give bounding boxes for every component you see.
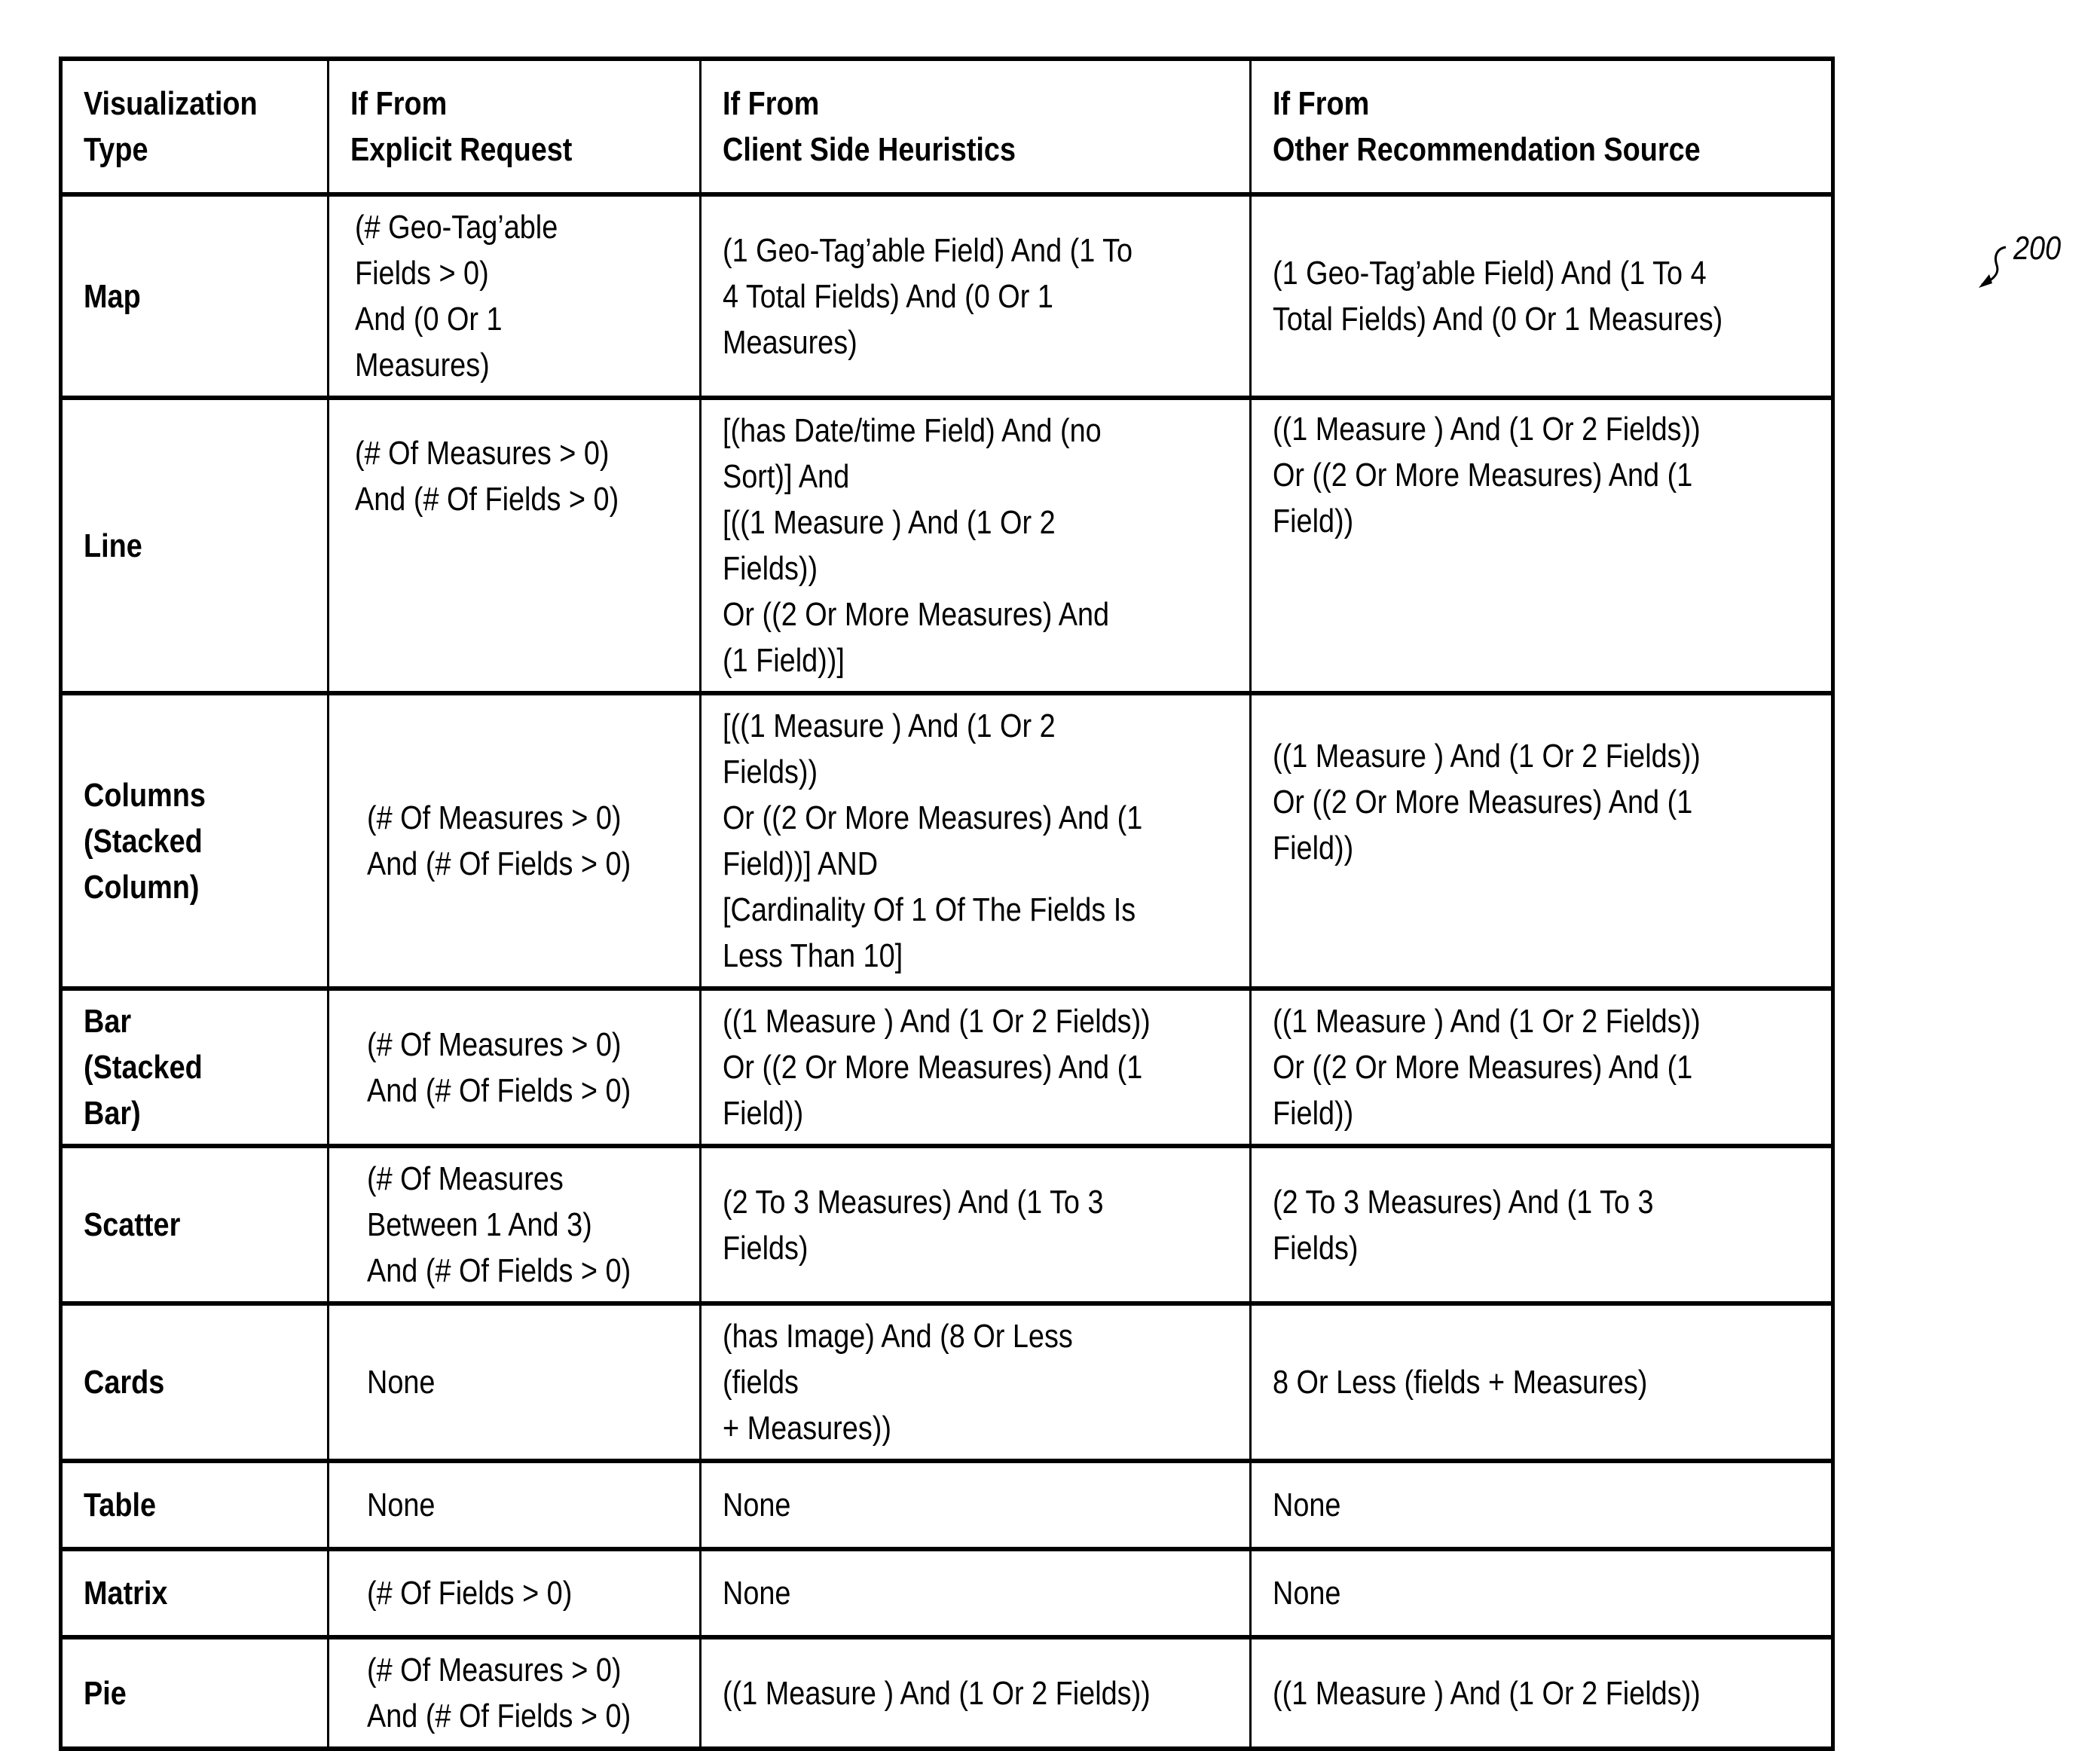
cell-other: ((1 Measure ) And (1 Or 2 Fields)) Or ((… <box>1249 691 1835 991</box>
cell-client: (has Image) And (8 Or Less (fields + Mea… <box>698 1301 1252 1463</box>
table-row-bar: Bar (Stacked Bar) (# Of Measures > 0) An… <box>60 986 1835 1148</box>
cell-text: ((1 Measure ) And (1 Or 2 Fields)) Or ((… <box>1272 738 1701 866</box>
header-text: If From Client Side Heuristics <box>722 85 1016 168</box>
cell-client: ((1 Measure ) And (1 Or 2 Fields)) <box>698 1635 1252 1751</box>
cell-text: Cards <box>84 1364 165 1401</box>
cell-text: None <box>722 1487 790 1523</box>
cell-explicit: (# Of Measures > 0) And (# Of Fields > 0… <box>326 691 702 991</box>
cell-text: Bar (Stacked Bar) <box>84 1003 203 1132</box>
cell-other: ((1 Measure ) And (1 Or 2 Fields)) Or ((… <box>1249 986 1835 1148</box>
visualization-rules-table: Visualization Type If From Explicit Requ… <box>59 57 1835 1751</box>
cell-text: (# Of Fields > 0) <box>366 1575 572 1612</box>
cell-client: (1 Geo-Tag’able Field) And (1 To 4 Total… <box>698 192 1252 400</box>
cell-text: (1 Geo-Tag’able Field) And (1 To 4 Total… <box>1272 255 1723 338</box>
cell-text: Table <box>84 1487 157 1523</box>
cell-type: Line <box>60 396 329 695</box>
table-row-matrix: Matrix (# Of Fields > 0) None None <box>60 1547 1835 1639</box>
cell-type: Matrix <box>60 1547 329 1639</box>
cell-text: ((1 Measure ) And (1 Or 2 Fields)) <box>1272 1674 1701 1712</box>
table-row-pie: Pie (# Of Measures > 0) And (# Of Fields… <box>60 1635 1835 1751</box>
cell-client: [(has Date/time Field) And (no Sort)] An… <box>698 396 1252 695</box>
reference-numeral: 200 <box>2013 230 2062 267</box>
cell-text: (# Of Measures > 0) And (# Of Fields > 0… <box>366 1652 631 1734</box>
cell-text: None <box>1272 1575 1341 1612</box>
cell-text: [((1 Measure ) And (1 Or 2 Fields)) Or (… <box>722 707 1142 974</box>
cell-text: (# Of Measures > 0) And (# Of Fields > 0… <box>366 799 631 882</box>
cell-client: None <box>698 1547 1252 1639</box>
cell-text: (1 Geo-Tag’able Field) And (1 To 4 Total… <box>722 231 1133 361</box>
cell-type: Cards <box>60 1301 329 1463</box>
cell-other: (2 To 3 Measures) And (1 To 3 Fields) <box>1249 1144 1835 1306</box>
table-row-map: Map (# Geo-Tag’able Fields > 0) And (0 O… <box>60 192 1835 400</box>
cell-type: Columns (Stacked Column) <box>60 691 329 991</box>
cell-client: ((1 Measure ) And (1 Or 2 Fields)) Or ((… <box>698 986 1252 1148</box>
header-visualization-type: Visualization Type <box>60 57 329 197</box>
cell-other: ((1 Measure ) And (1 Or 2 Fields)) Or ((… <box>1249 396 1835 695</box>
cell-text: (has Image) And (8 Or Less (fields + Mea… <box>722 1318 1073 1447</box>
table-row-cards: Cards None (has Image) And (8 Or Less (f… <box>60 1301 1835 1463</box>
table-row-scatter: Scatter (# Of Measures Between 1 And 3) … <box>60 1144 1835 1306</box>
cell-text: Columns (Stacked Column) <box>84 776 206 906</box>
cell-text: (# Geo-Tag’able Fields > 0) And (0 Or 1 … <box>354 209 558 384</box>
cell-type: Map <box>60 192 329 400</box>
cell-explicit: None <box>326 1301 702 1463</box>
header-text: Visualization Type <box>84 85 258 168</box>
cell-client: [((1 Measure ) And (1 Or 2 Fields)) Or (… <box>698 691 1252 991</box>
cell-text: ((1 Measure ) And (1 Or 2 Fields)) Or ((… <box>1272 411 1701 539</box>
cell-explicit: (# Of Measures Between 1 And 3) And (# O… <box>326 1144 702 1306</box>
cell-text: (2 To 3 Measures) And (1 To 3 Fields) <box>1272 1183 1654 1267</box>
header-explicit-request: If From Explicit Request <box>326 57 702 197</box>
cell-text: Matrix <box>84 1575 168 1612</box>
cell-other: 8 Or Less (fields + Measures) <box>1249 1301 1835 1463</box>
cell-type: Pie <box>60 1635 329 1751</box>
cell-text: None <box>1272 1487 1341 1523</box>
cell-explicit: (# Of Measures > 0) And (# Of Fields > 0… <box>326 396 702 695</box>
cell-explicit: None <box>326 1459 702 1551</box>
cell-text: (# Of Measures Between 1 And 3) And (# O… <box>366 1160 631 1289</box>
header-other-recommendation-source: If From Other Recommendation Source <box>1249 57 1835 197</box>
cell-text: Scatter <box>84 1206 181 1243</box>
cell-text: Line <box>84 527 142 564</box>
cell-text: [(has Date/time Field) And (no Sort)] An… <box>722 412 1109 679</box>
cell-explicit: (# Of Measures > 0) And (# Of Fields > 0… <box>326 986 702 1148</box>
cell-other: (1 Geo-Tag’able Field) And (1 To 4 Total… <box>1249 192 1835 400</box>
cell-client: None <box>698 1459 1252 1551</box>
cell-other: None <box>1249 1547 1835 1639</box>
table-row-columns: Columns (Stacked Column) (# Of Measures … <box>60 691 1835 991</box>
cell-explicit: (# Geo-Tag’able Fields > 0) And (0 Or 1 … <box>326 192 702 400</box>
cell-text: Pie <box>84 1674 127 1712</box>
cell-other: None <box>1249 1459 1835 1551</box>
cell-text: None <box>366 1487 436 1523</box>
header-client-side-heuristics: If From Client Side Heuristics <box>698 57 1252 197</box>
cell-type: Scatter <box>60 1144 329 1306</box>
table-row-line: Line (# Of Measures > 0) And (# Of Field… <box>60 396 1835 695</box>
cell-text: (# Of Measures > 0) And (# Of Fields > 0… <box>366 1025 631 1109</box>
cell-explicit: (# Of Measures > 0) And (# Of Fields > 0… <box>326 1635 702 1751</box>
header-text: If From Other Recommendation Source <box>1272 85 1701 168</box>
cell-text: (# Of Measures > 0) And (# Of Fields > 0… <box>354 435 619 518</box>
cell-text: ((1 Measure ) And (1 Or 2 Fields)) <box>722 1674 1151 1712</box>
cell-text: ((1 Measure ) And (1 Or 2 Fields)) Or ((… <box>722 1003 1151 1132</box>
cell-text: None <box>366 1364 436 1401</box>
cell-text: 8 Or Less (fields + Measures) <box>1272 1364 1648 1401</box>
table-row-table: Table None None None <box>60 1459 1835 1551</box>
cell-text: Map <box>84 277 141 315</box>
header-text: If From Explicit Request <box>350 85 572 168</box>
header-row: Visualization Type If From Explicit Requ… <box>60 57 1835 197</box>
cell-text: (2 To 3 Measures) And (1 To 3 Fields) <box>722 1183 1104 1267</box>
cell-type: Bar (Stacked Bar) <box>60 986 329 1148</box>
cell-client: (2 To 3 Measures) And (1 To 3 Fields) <box>698 1144 1252 1306</box>
cell-text: None <box>722 1575 790 1612</box>
cell-explicit: (# Of Fields > 0) <box>326 1547 702 1639</box>
cell-other: ((1 Measure ) And (1 Or 2 Fields)) <box>1249 1635 1835 1751</box>
cell-text: ((1 Measure ) And (1 Or 2 Fields)) Or ((… <box>1272 1003 1701 1132</box>
cell-type: Table <box>60 1459 329 1551</box>
